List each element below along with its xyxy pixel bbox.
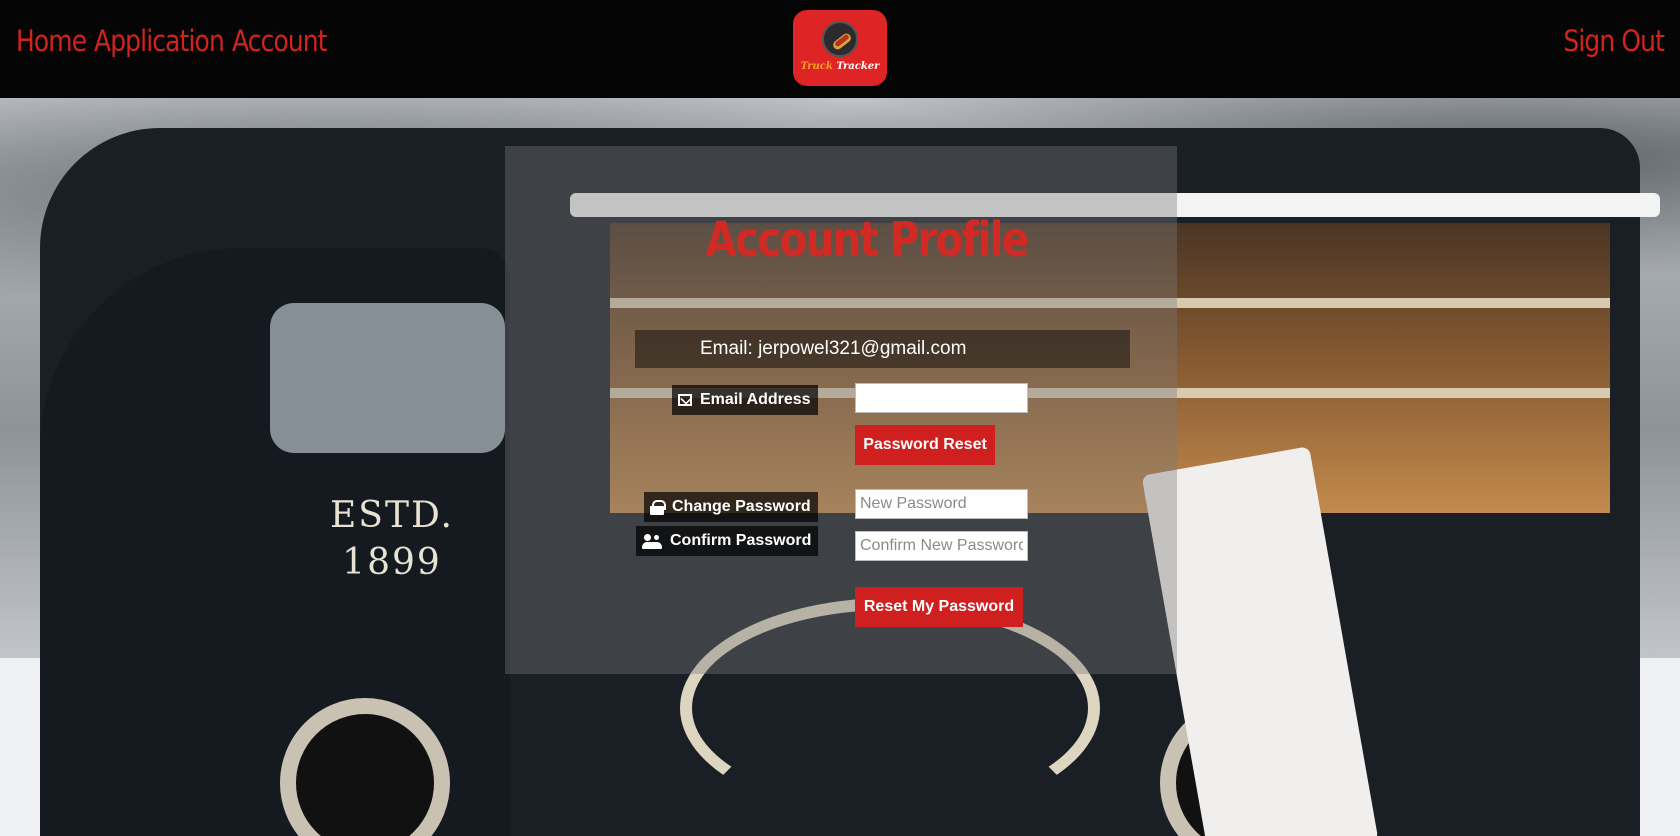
logo-word-truck: Truck (800, 61, 833, 72)
logo-wordmark: Truck Tracker (793, 61, 887, 72)
confirm-password-label: Confirm Password (636, 526, 818, 556)
navbar: Home Application Account Truck Tracker S… (0, 0, 1680, 98)
nav-application-link[interactable]: Application (94, 24, 225, 58)
cab-window (270, 303, 505, 453)
change-password-label: Change Password (644, 492, 818, 522)
confirm-new-password-input[interactable] (855, 531, 1028, 561)
new-password-input[interactable] (855, 489, 1028, 519)
lock-icon (650, 499, 666, 515)
email-address-label-text: Email Address (700, 391, 811, 408)
users-icon (642, 533, 662, 549)
nav-account-link[interactable]: Account (232, 24, 328, 58)
reset-my-password-button[interactable]: Reset My Password (855, 587, 1023, 627)
email-address-label: Email Address (672, 385, 818, 415)
logo-word-tracker: Tracker (836, 61, 880, 72)
change-password-label-text: Change Password (672, 498, 811, 515)
truck-estd-decal: ESTD. 1899 (330, 495, 454, 583)
page-title: Account Profile (705, 212, 1030, 268)
email-address-input[interactable] (855, 383, 1028, 413)
hotdog-icon (822, 21, 858, 57)
password-reset-button[interactable]: Password Reset (855, 425, 995, 465)
current-email-text: Email: jerpowel321@gmail.com (700, 338, 967, 359)
truck-tracker-logo[interactable]: Truck Tracker (793, 10, 887, 86)
nav-home-link[interactable]: Home (16, 24, 87, 58)
sign-out-link[interactable]: Sign Out (1563, 24, 1665, 58)
envelope-icon (678, 394, 692, 406)
confirm-password-label-text: Confirm Password (670, 532, 812, 549)
